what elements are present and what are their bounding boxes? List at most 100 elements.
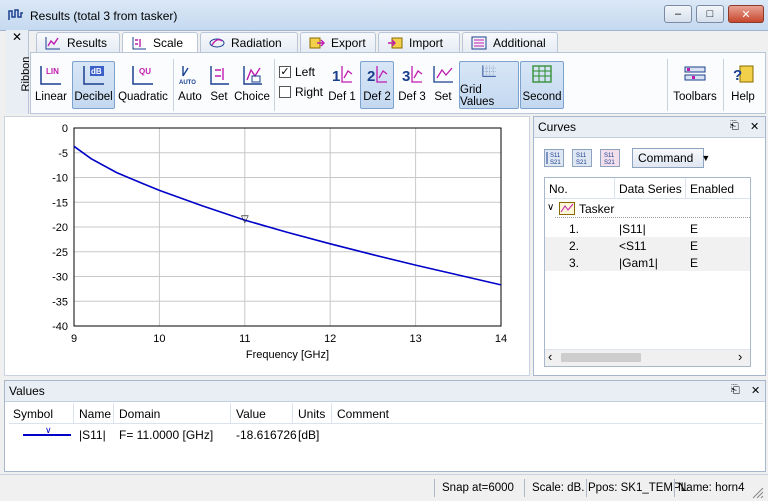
values-pin-icon[interactable]: ⎗ [731,384,740,397]
list-item[interactable]: 1. |S11| E [545,220,750,237]
status-name: Name: horn4 [678,482,745,494]
expander-icon[interactable]: ∨ [547,202,554,213]
y-tick-label: -30 [52,272,68,284]
y-tick-label: -5 [58,148,68,160]
scale-set-button[interactable]: Set [206,61,232,109]
x-tick-label: 14 [495,333,507,345]
col-no[interactable]: No. [549,182,568,196]
ribbon-tabs: Results Scale Radiation Export Import Ad… [30,30,768,53]
col-value[interactable]: Value [236,407,266,421]
values-title: Values [9,384,45,398]
x-tick-label: 13 [409,333,421,345]
svg-text:dB: dB [91,67,102,76]
def3-button[interactable]: 3 Def 3 [395,61,429,109]
table-row[interactable]: ∨ |S11| F= 11.0000 [GHz] -18.616726 [dB] [9,425,763,443]
y-tick-label: -35 [52,296,68,308]
status-ppos: Ppos: SK1_TEMPL [588,482,688,494]
s11-s21-phase-icon[interactable]: S11 S21 [600,149,620,167]
svg-text:AUTO: AUTO [179,80,196,86]
symbol-marker-icon: ∨ [45,425,52,435]
col-units[interactable]: Units [298,407,325,421]
value-domain: F= 11.0000 [GHz] [119,428,214,442]
window-title: Results (total 3 from tasker) [30,9,178,23]
help-button[interactable]: ? Help [727,61,759,109]
scale-icon [132,37,146,50]
def-set-icon [433,66,453,83]
curves-pin-icon[interactable]: ⎗ [730,120,739,133]
svg-text:S21: S21 [550,160,561,166]
col-symbol[interactable]: Symbol [13,407,53,421]
series-line-s11[interactable] [73,145,502,286]
y-tick-label: -40 [52,321,68,333]
tasker-folder-icon [559,202,575,215]
app-icon [8,9,23,20]
second-button[interactable]: Second [520,61,564,109]
right-checkbox-box[interactable] [279,86,291,98]
col-data-series[interactable]: Data Series [619,182,682,196]
values-close-icon[interactable]: ✕ [751,384,760,397]
scroll-left-icon[interactable]: ‹ [548,349,552,364]
status-bar: Snap at=6000 Scale: dB. Ppos: SK1_TEMPL … [0,474,768,501]
right-axis-checkbox[interactable]: Right [279,85,323,99]
left-axis-checkbox[interactable]: ✓ Left [279,65,315,79]
tab-radiation[interactable]: Radiation [200,32,298,52]
decibel-button[interactable]: dB Decibel [72,61,115,109]
value-number: -18.616726 [236,428,297,442]
svg-text:S21: S21 [576,160,587,166]
s11-s21-magnitude-icon[interactable]: S11 S21 [572,149,592,167]
curves-close-icon[interactable]: ✕ [750,120,759,133]
def1-button[interactable]: 1 Def 1 [325,61,359,109]
curves-title: Curves [538,120,577,134]
col-enabled[interactable]: Enabled [690,182,734,196]
ribbon-close-icon[interactable]: ✕ [12,30,22,44]
col-comment[interactable]: Comment [337,407,389,421]
curves-pane-header: Curves ⎗ ✕ [534,117,765,138]
def2-button[interactable]: 2 Def 2 [360,61,394,109]
scroll-right-icon[interactable]: › [738,349,742,364]
tab-additional[interactable]: Additional [462,32,558,52]
curve-marker[interactable]: ▽ [241,214,249,225]
list-item[interactable]: 3. |Gam1| E [545,254,750,271]
values-pane: Values ⎗ ✕ Symbol Name Domain Value Unit… [4,380,766,472]
x-tick-label: 12 [324,333,336,345]
tab-export[interactable]: Export [300,32,376,52]
quadratic-button[interactable]: QU Quadratic [117,61,169,109]
linear-button[interactable]: LIN Linear [33,61,69,109]
s11-s21-icon[interactable]: S11 S21 [544,149,564,167]
tab-import[interactable]: Import [378,32,460,52]
minimize-button[interactable]: – [664,5,692,23]
svg-text:3: 3 [402,68,410,85]
values-table-header: Symbol Name Domain Value Units Comment [9,403,763,424]
close-button[interactable]: ✕ [728,5,764,23]
resize-grip-icon[interactable] [750,485,764,499]
auto-button[interactable]: AUTO Auto [175,61,205,109]
list-item[interactable]: 2. <S11 E [545,237,750,254]
second-grid-icon [532,65,552,83]
maximize-button[interactable]: □ [696,5,724,23]
def-set-button[interactable]: Set [430,61,456,109]
grid-values-button[interactable]: Grid Values [459,61,519,109]
help-icon: ? [733,65,754,84]
curves-table-header: No. Data Series Enabled [545,178,750,199]
frequency-plot[interactable]: 9 10 11 12 13 14 0 -5 -10 -15 -20 -25 -30 -35 -40 Frequ… [5,117,529,375]
value-units: [dB] [298,428,320,442]
svg-text:S21: S21 [604,160,615,166]
command-dropdown[interactable]: Command ▼ [632,148,710,168]
results-chart-icon [45,36,60,49]
window-title-bar: Results (total 3 from tasker) – □ ✕ [0,0,768,31]
status-scale: Scale: dB. [532,482,585,494]
col-name[interactable]: Name [79,407,111,421]
toolbars-icon [684,66,706,81]
tab-results[interactable]: Results [36,32,120,52]
left-checkbox-box[interactable]: ✓ [279,66,291,78]
value-name: |S11| [79,428,106,442]
horizontal-scrollbar[interactable]: ‹ › [545,349,750,366]
tree-group-tasker[interactable]: ∨ Tasker [545,200,750,218]
radiation-icon [209,38,225,47]
scrollbar-thumb[interactable] [561,353,641,362]
tab-scale[interactable]: Scale [122,32,198,53]
choice-button[interactable]: Choice [233,61,271,109]
col-domain[interactable]: Domain [119,407,160,421]
toolbars-button[interactable]: Toolbars [671,61,719,109]
decibel-scale-icon: dB [82,66,104,85]
